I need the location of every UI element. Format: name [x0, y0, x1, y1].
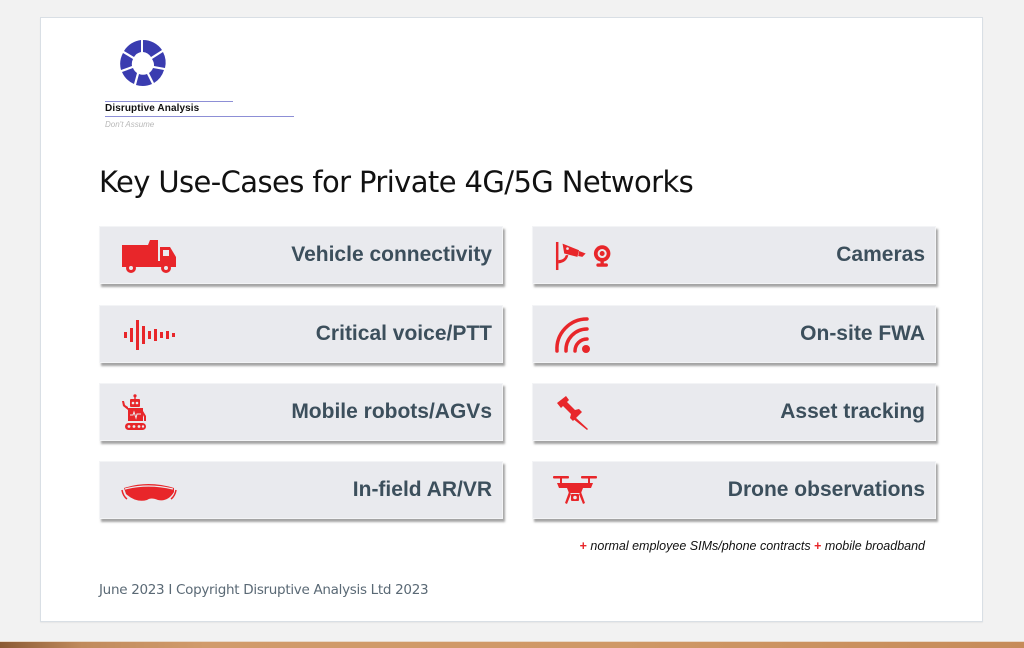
use-case-card-drone-observations[interactable]: Drone observations: [532, 461, 936, 519]
camera-icon: [555, 241, 611, 271]
bottom-decorative-strip: [0, 641, 1024, 648]
wireless-signal-icon: [555, 317, 590, 353]
logo-rule: [105, 116, 294, 117]
note-item: mobile broadband: [821, 539, 925, 553]
use-case-label: In-field AR/VR: [352, 478, 492, 501]
drone-icon: [553, 476, 597, 504]
truck-icon: [122, 240, 176, 273]
logo-name: Disruptive Analysis: [105, 103, 200, 114]
use-case-label: Cameras: [836, 243, 925, 266]
use-case-card-mobile-robots[interactable]: Mobile robots/AGVs: [99, 383, 503, 441]
use-case-label: Mobile robots/AGVs: [291, 400, 492, 423]
additional-use-cases-note: + normal employee SIMs/phone contracts +…: [580, 539, 925, 553]
use-case-card-cameras[interactable]: Cameras: [532, 226, 936, 284]
use-case-label: Vehicle connectivity: [291, 243, 492, 266]
robot-icon: [122, 394, 146, 430]
logo-rule: [105, 101, 233, 102]
use-case-label: On-site FWA: [800, 322, 925, 345]
slide-title: Key Use-Cases for Private 4G/5G Networks: [99, 165, 694, 199]
use-case-card-critical-voice[interactable]: Critical voice/PTT: [99, 305, 503, 363]
use-case-label: Critical voice/PTT: [315, 322, 492, 345]
use-case-card-vehicle-connectivity[interactable]: Vehicle connectivity: [99, 226, 503, 284]
copyright-footer: June 2023 I Copyright Disruptive Analysi…: [99, 582, 429, 598]
logo-tagline: Don't Assume: [105, 120, 155, 129]
plus-icon: +: [579, 539, 587, 553]
sound-wave-icon: [124, 320, 175, 350]
use-case-card-asset-tracking[interactable]: Asset tracking: [532, 383, 936, 441]
use-case-label: Drone observations: [727, 478, 925, 501]
vr-headset-icon: [121, 484, 177, 501]
pushpin-icon: [557, 396, 588, 430]
logo-ring-icon: [120, 39, 166, 86]
use-case-label: Asset tracking: [780, 400, 925, 423]
company-logo: Disruptive Analysis Don't Assume: [97, 34, 297, 134]
use-case-card-ar-vr[interactable]: In-field AR/VR: [99, 461, 503, 519]
note-item: normal employee SIMs/phone contracts: [586, 539, 815, 553]
use-case-card-onsite-fwa[interactable]: On-site FWA: [532, 305, 936, 363]
slide: Disruptive Analysis Don't Assume Key Use…: [40, 17, 983, 622]
